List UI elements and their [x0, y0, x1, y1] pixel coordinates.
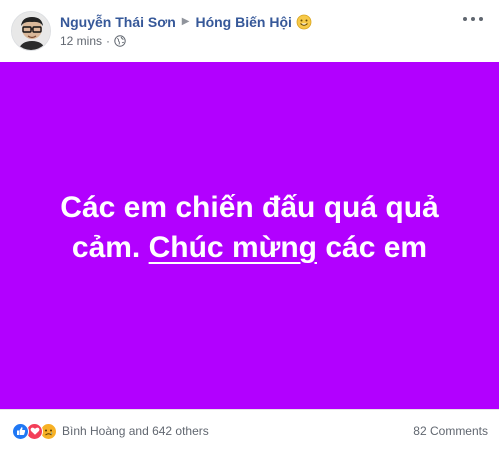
post-footer: Bình Hoàng and 642 others 82 Comments: [0, 409, 499, 458]
author-avatar[interactable]: [11, 11, 51, 51]
status-line-2-start: cảm.: [71, 230, 149, 264]
post-meta: 12 mins ·: [60, 34, 126, 48]
group-name-link[interactable]: Hóng Biến Hội: [195, 14, 291, 30]
status-text: Các em chiến đấu quá quả cảm. Chúc mừng …: [40, 188, 460, 268]
post-header: Nguyễn Thái Sơn ▶ Hóng Biến Hội 12 mins …: [0, 0, 499, 62]
author-name-link[interactable]: Nguyễn Thái Sơn: [60, 14, 176, 30]
comments-count-link[interactable]: 82 Comments: [413, 424, 488, 438]
status-background: Các em chiến đấu quá quả cảm. Chúc mừng …: [0, 62, 499, 409]
post-timestamp[interactable]: 12 mins: [60, 34, 102, 48]
status-line-2-end: các em: [317, 230, 428, 264]
status-line-1: Các em chiến đấu quá quả: [60, 190, 439, 224]
status-link[interactable]: Chúc mừng: [149, 231, 317, 264]
feed-post: Nguyễn Thái Sơn ▶ Hóng Biến Hội 12 mins …: [0, 0, 499, 457]
smiling-face-icon: [296, 14, 312, 30]
globe-icon[interactable]: [114, 35, 126, 47]
post-title-row: Nguyễn Thái Sơn ▶ Hóng Biến Hội: [60, 13, 312, 31]
meta-separator: ·: [106, 34, 111, 48]
triangle-right-icon: ▶: [181, 15, 190, 27]
like-icon[interactable]: [12, 422, 29, 440]
reactions-count-text[interactable]: Bình Hoàng and 642 others: [62, 424, 209, 438]
reactions-summary[interactable]: Bình Hoàng and 642 others: [12, 422, 209, 440]
more-options-icon[interactable]: [463, 12, 483, 26]
